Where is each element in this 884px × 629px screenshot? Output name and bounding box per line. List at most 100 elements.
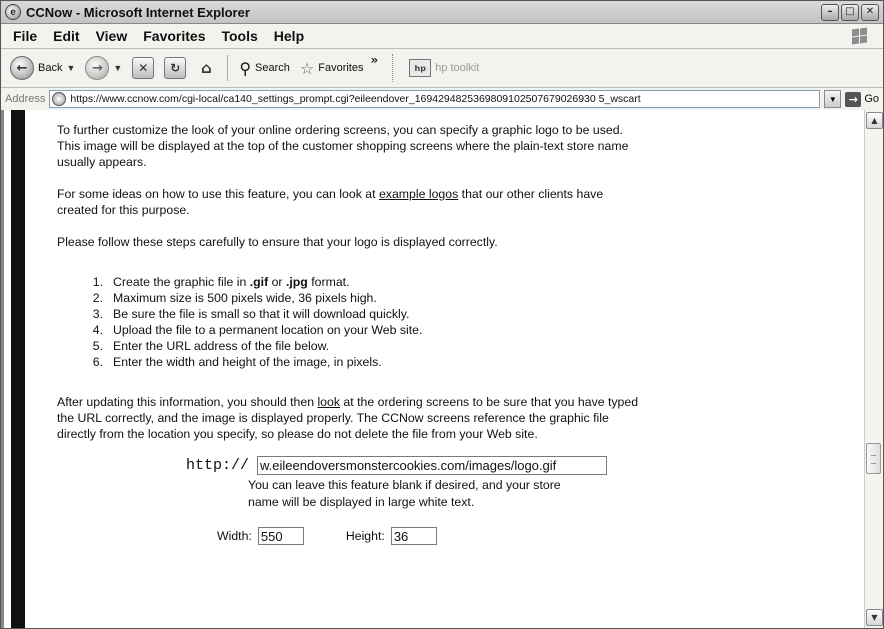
width-label: Width: (217, 529, 252, 543)
home-icon: ⌂ (200, 59, 212, 77)
intro-paragraph: To further customize the look of your on… (57, 123, 629, 169)
go-label: Go (864, 93, 879, 105)
menu-help[interactable]: Help (266, 28, 312, 44)
browser-window: e CCNow - Microsoft Internet Explorer – … (0, 0, 884, 629)
steps-list: 1. Create the graphic file in .gif or .jp… (57, 274, 865, 370)
list-item: 6. Enter the width and height of the imag… (57, 354, 865, 370)
step-text-pre: Create the graphic file in (113, 275, 250, 289)
search-label: Search (255, 62, 290, 74)
after-update-paragraph: After updating this information, you sho… (57, 394, 647, 442)
window-title: CCNow - Microsoft Internet Explorer (26, 4, 250, 20)
logo-url-input[interactable]: w.eileendoversmonstercookies.com/images/… (257, 456, 607, 475)
logo-url-hint: You can leave this feature blank if desi… (248, 478, 561, 509)
toolbar: ← Back ▼ → ▼ ✕ ↻ ⌂ ⚲ Search ☆ Favorites … (1, 49, 883, 88)
list-item: 2. Maximum size is 500 pixels wide, 36 pi… (57, 290, 865, 306)
list-item: 5. Enter the URL address of the file belo… (57, 338, 865, 354)
look-link[interactable]: look (317, 395, 340, 409)
refresh-button[interactable]: ↻ (161, 55, 189, 81)
step-number: 5. (92, 339, 103, 353)
step-number: 6. (92, 355, 103, 369)
ie-logo-icon: e (5, 4, 21, 20)
favorites-button[interactable]: ☆ Favorites (297, 57, 367, 80)
step-text: Enter the width and height of the image,… (113, 355, 382, 369)
stop-button[interactable]: ✕ (129, 55, 157, 81)
step-text: Enter the URL address of the file below. (113, 339, 330, 353)
page-icon (52, 92, 67, 106)
http-prefix-label: http:// (185, 457, 249, 474)
list-item: 3. Be sure the file is small so that it w… (57, 306, 865, 322)
page-left-bar (11, 110, 25, 628)
gif-format: .gif (249, 275, 269, 289)
ideas-paragraph: For some ideas on how to use this featur… (57, 186, 647, 218)
ideas-text: For some ideas on how to use this featur… (57, 187, 379, 201)
back-label: Back (38, 62, 63, 74)
menu-tools[interactable]: Tools (213, 28, 265, 44)
step-number: 1. (92, 275, 103, 289)
after-update-text: After updating this information, you sho… (57, 395, 318, 409)
page-viewport: To further customize the look of your on… (1, 110, 883, 628)
scroll-up-button[interactable]: ▲ (866, 112, 883, 129)
chevron-down-icon: ▼ (113, 63, 123, 73)
go-button[interactable]: → Go (845, 91, 879, 107)
forward-arrow-icon: → (85, 56, 110, 80)
address-label: Address (5, 93, 46, 105)
step-text: Create the graphic file in .gif or .jpg … (113, 274, 350, 290)
step-number: 3. (92, 307, 103, 321)
logo-url-row: http:// w.eileendoversmonstercookies.com… (57, 456, 865, 475)
windows-logo-icon (851, 27, 869, 45)
toolbar-separator (227, 55, 229, 81)
menu-view[interactable]: View (88, 28, 136, 44)
jpg-format: .jpg (285, 275, 308, 289)
minimize-button[interactable]: – (821, 3, 839, 21)
search-icon: ⚲ (239, 58, 252, 78)
back-button[interactable]: ← Back ▼ (7, 54, 78, 82)
refresh-icon: ↻ (164, 57, 187, 79)
menu-bar: File Edit View Favorites Tools Help (1, 24, 883, 49)
hp-toolkit-label: hp toolkit (435, 62, 480, 74)
width-input[interactable]: 550 (257, 527, 304, 545)
stop-icon: ✕ (132, 57, 155, 79)
list-item: 4. Upload the file to a permanent locatio… (57, 322, 865, 338)
address-url: https://www.ccnow.com/cgi-local/ca140_se… (70, 93, 641, 105)
left-border (1, 110, 4, 628)
scroll-thumb[interactable] (866, 443, 881, 474)
height-label: Height: (345, 529, 385, 543)
address-dropdown-icon[interactable]: ▼ (824, 90, 842, 108)
address-field[interactable]: https://www.ccnow.com/cgi-local/ca140_se… (49, 90, 821, 108)
page-content: To further customize the look of your on… (25, 110, 865, 628)
more-chevron-icon[interactable]: » (370, 53, 378, 67)
go-arrow-icon: → (845, 91, 862, 107)
home-button[interactable]: ⌂ (193, 56, 219, 80)
step-number: 4. (92, 323, 103, 337)
step-text: Maximum size is 500 pixels wide, 36 pixe… (113, 291, 377, 305)
title-bar: e CCNow - Microsoft Internet Explorer – … (1, 1, 883, 24)
scroll-down-button[interactable]: ▼ (866, 609, 883, 626)
step-text-post: format. (307, 275, 350, 289)
step-text-mid: or (268, 275, 286, 289)
star-icon: ☆ (299, 58, 315, 78)
hp-toolkit-button[interactable]: hp hp toolkit (406, 57, 482, 79)
step-text: Be sure the file is small so that it wil… (113, 307, 410, 321)
menu-file[interactable]: File (5, 28, 45, 44)
hp-toolkit-icon: hp (409, 59, 432, 77)
favorites-label: Favorites (318, 62, 364, 74)
instructions-paragraph: Please follow these steps carefully to e… (57, 235, 498, 249)
list-item: 1. Create the graphic file in .gif or .jp… (57, 274, 865, 290)
dimensions-row: Width: 550 Height: 36 (217, 527, 865, 545)
close-button[interactable]: ✕ (861, 3, 879, 21)
toolbar-grip[interactable] (392, 54, 396, 82)
address-bar: Address https://www.ccnow.com/cgi-local/… (1, 88, 883, 111)
menu-favorites[interactable]: Favorites (135, 28, 213, 44)
height-input[interactable]: 36 (390, 527, 437, 545)
example-logos-link[interactable]: example logos (379, 187, 458, 201)
window-controls: – □ ✕ (821, 3, 879, 21)
step-number: 2. (92, 291, 103, 305)
search-button[interactable]: ⚲ Search (236, 57, 293, 80)
chevron-down-icon: ▼ (66, 63, 76, 73)
vertical-scrollbar[interactable]: ▲ ▼ (864, 110, 883, 628)
step-text: Upload the file to a permanent location … (113, 323, 423, 337)
menu-edit[interactable]: Edit (45, 28, 87, 44)
forward-button[interactable]: → ▼ (82, 54, 125, 82)
maximize-button[interactable]: □ (841, 3, 859, 21)
back-arrow-icon: ← (10, 56, 34, 80)
